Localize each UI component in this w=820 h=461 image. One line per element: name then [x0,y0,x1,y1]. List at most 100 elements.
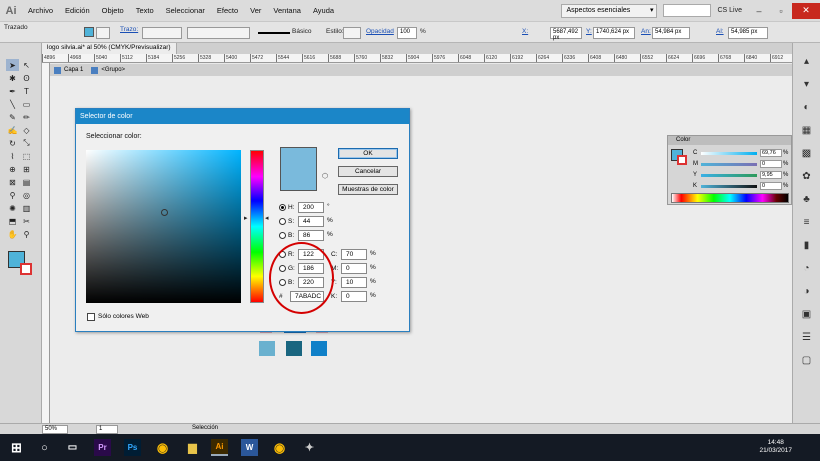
scale-tool-icon[interactable]: ⤡ [20,137,33,149]
style-select[interactable] [343,27,361,39]
type-tool-icon[interactable]: T [20,85,33,97]
trazo-label[interactable]: Trazo: [120,26,138,33]
black-value[interactable]: 0 [760,182,782,190]
panel-stroke-swatch[interactable] [677,155,687,165]
cmyk-k-input[interactable]: 0 [341,291,367,302]
crumb-layer[interactable]: Capa 1 [50,66,87,74]
brightness-input[interactable]: 86 [298,230,324,241]
width-input[interactable]: 54,984 px [652,27,690,39]
eyedropper-tool-icon[interactable]: ⚲ [6,189,19,201]
menu-archivo[interactable]: Archivo [22,6,59,15]
saturation-radio[interactable] [279,218,286,225]
hue-slider[interactable] [250,150,264,303]
pencil-tool-icon[interactable]: ✏ [20,111,33,123]
workspace-switcher[interactable]: Aspectos esenciales [561,3,658,18]
hue-slider-right-arrow-icon[interactable]: ◂ [265,214,269,222]
color-spectrum-bar[interactable] [671,193,789,203]
gradient-tool-icon[interactable]: ▤ [20,176,33,188]
magenta-slider[interactable] [701,162,757,166]
transparency-icon[interactable]: ◔ [801,262,813,274]
blend-tool-icon[interactable]: ◎ [20,189,33,201]
width-label[interactable]: An: [641,28,651,35]
y-label[interactable]: Y: [586,28,592,35]
symbol-sprayer-tool-icon[interactable]: ✺ [6,202,19,214]
eraser-tool-icon[interactable]: ◇ [20,124,33,136]
document-tab[interactable]: logo silvia.ai* al 50% (CMYK/Previsualiz… [42,43,177,54]
hue-radio[interactable] [279,204,286,211]
word-icon[interactable]: W [241,439,258,456]
variable-width-select[interactable] [187,27,250,39]
illustrator-icon[interactable]: Ai [211,439,228,456]
direct-selection-tool-icon[interactable]: ↖ [20,59,33,71]
page-select[interactable]: 1 [96,425,118,434]
crumb-group[interactable]: <Grupo> [87,66,129,74]
menu-texto[interactable]: Texto [130,6,160,15]
menu-ver[interactable]: Ver [244,6,267,15]
cyan-slider[interactable] [701,151,757,155]
chrome-icon[interactable]: ◉ [271,439,288,456]
artboards-icon[interactable]: ▢ [801,354,813,366]
appearance-icon[interactable]: ◑ [801,285,813,297]
stroke-icon[interactable]: ≡ [801,216,813,228]
magenta-value[interactable]: 0 [760,160,782,168]
menu-ayuda[interactable]: Ayuda [307,6,340,15]
out-of-gamut-cube-icon[interactable]: ⬡ [322,172,328,180]
menu-efecto[interactable]: Efecto [211,6,244,15]
shape-builder-tool-icon[interactable]: ⊕ [6,163,19,175]
column-graph-tool-icon[interactable]: ▥ [20,202,33,214]
fill-dropdown[interactable] [96,27,110,39]
paintbrush-tool-icon[interactable]: ✎ [6,111,19,123]
height-label[interactable]: Al: [716,28,724,35]
rectangle-tool-icon[interactable]: ▭ [20,98,33,110]
web-colors-checkbox[interactable] [87,313,95,321]
yellow-slider[interactable] [701,173,757,177]
color-field-cursor[interactable] [161,209,168,216]
premiere-icon[interactable]: Pr [94,439,111,456]
saturation-brightness-field[interactable] [86,150,241,303]
hand-tool-icon[interactable]: ✋ [6,228,19,240]
free-transform-tool-icon[interactable]: ⬚ [20,150,33,162]
stroke-weight-select[interactable] [142,27,182,39]
current-tool-status[interactable]: Selección [162,425,246,434]
layers-icon[interactable]: ☰ [801,331,813,343]
file-explorer-icon[interactable]: ▆ [184,439,201,456]
y-input[interactable]: 1740,624 px [593,27,635,39]
brushes-icon[interactable]: ✿ [801,170,813,182]
cs-live-button[interactable]: CS Live [717,7,742,14]
saturation-input[interactable]: 44 [298,216,324,227]
x-label[interactable]: X: [522,28,528,35]
magic-wand-tool-icon[interactable]: ✱ [6,72,19,84]
opacity-input[interactable]: 100 [397,27,417,39]
menu-seleccionar[interactable]: Seleccionar [160,6,211,15]
search-input[interactable] [663,4,712,17]
menu-objeto[interactable]: Objeto [96,6,130,15]
cmyk-m-input[interactable]: 0 [341,263,367,274]
collapse-panels-icon[interactable]: ▴ [801,55,813,67]
artboard-tool-icon[interactable]: ⬒ [6,215,19,227]
hue-input[interactable]: 200 [298,202,324,213]
cmyk-y-input[interactable]: 10 [341,277,367,288]
menu-ventana[interactable]: Ventana [267,6,307,15]
brightness-radio[interactable] [279,232,286,239]
minimize-icon[interactable]: – [748,3,770,19]
search-icon[interactable]: ○ [36,439,53,456]
gradient-icon[interactable]: ▮ [801,239,813,251]
warp-tool-icon[interactable]: ⌇ [6,150,19,162]
mesh-tool-icon[interactable]: ⊠ [6,176,19,188]
black-slider[interactable] [701,184,757,188]
app-icon[interactable]: ✦ [301,439,318,456]
taskbar-clock[interactable]: 14:48 21/03/2017 [759,439,792,455]
ok-button[interactable]: OK [338,148,398,159]
zoom-tool-icon[interactable]: ⚲ [20,228,33,240]
windows-start-icon[interactable]: ⊞ [8,439,25,456]
perspective-grid-tool-icon[interactable]: ⊞ [20,163,33,175]
color-guide-icon[interactable]: ▦ [801,124,813,136]
color-swatches-button[interactable]: Muestras de color [338,184,398,195]
symbols-icon[interactable]: ♣ [801,193,813,205]
stroke-color-swatch[interactable] [20,263,32,275]
chrome-icon[interactable]: ◉ [154,439,171,456]
color-panel-icon[interactable]: ◐ [801,101,813,113]
opacidad-label[interactable]: Opacidad [366,28,394,35]
blob-brush-tool-icon[interactable]: ✍ [6,124,19,136]
height-input[interactable]: 54,985 px [728,27,768,39]
